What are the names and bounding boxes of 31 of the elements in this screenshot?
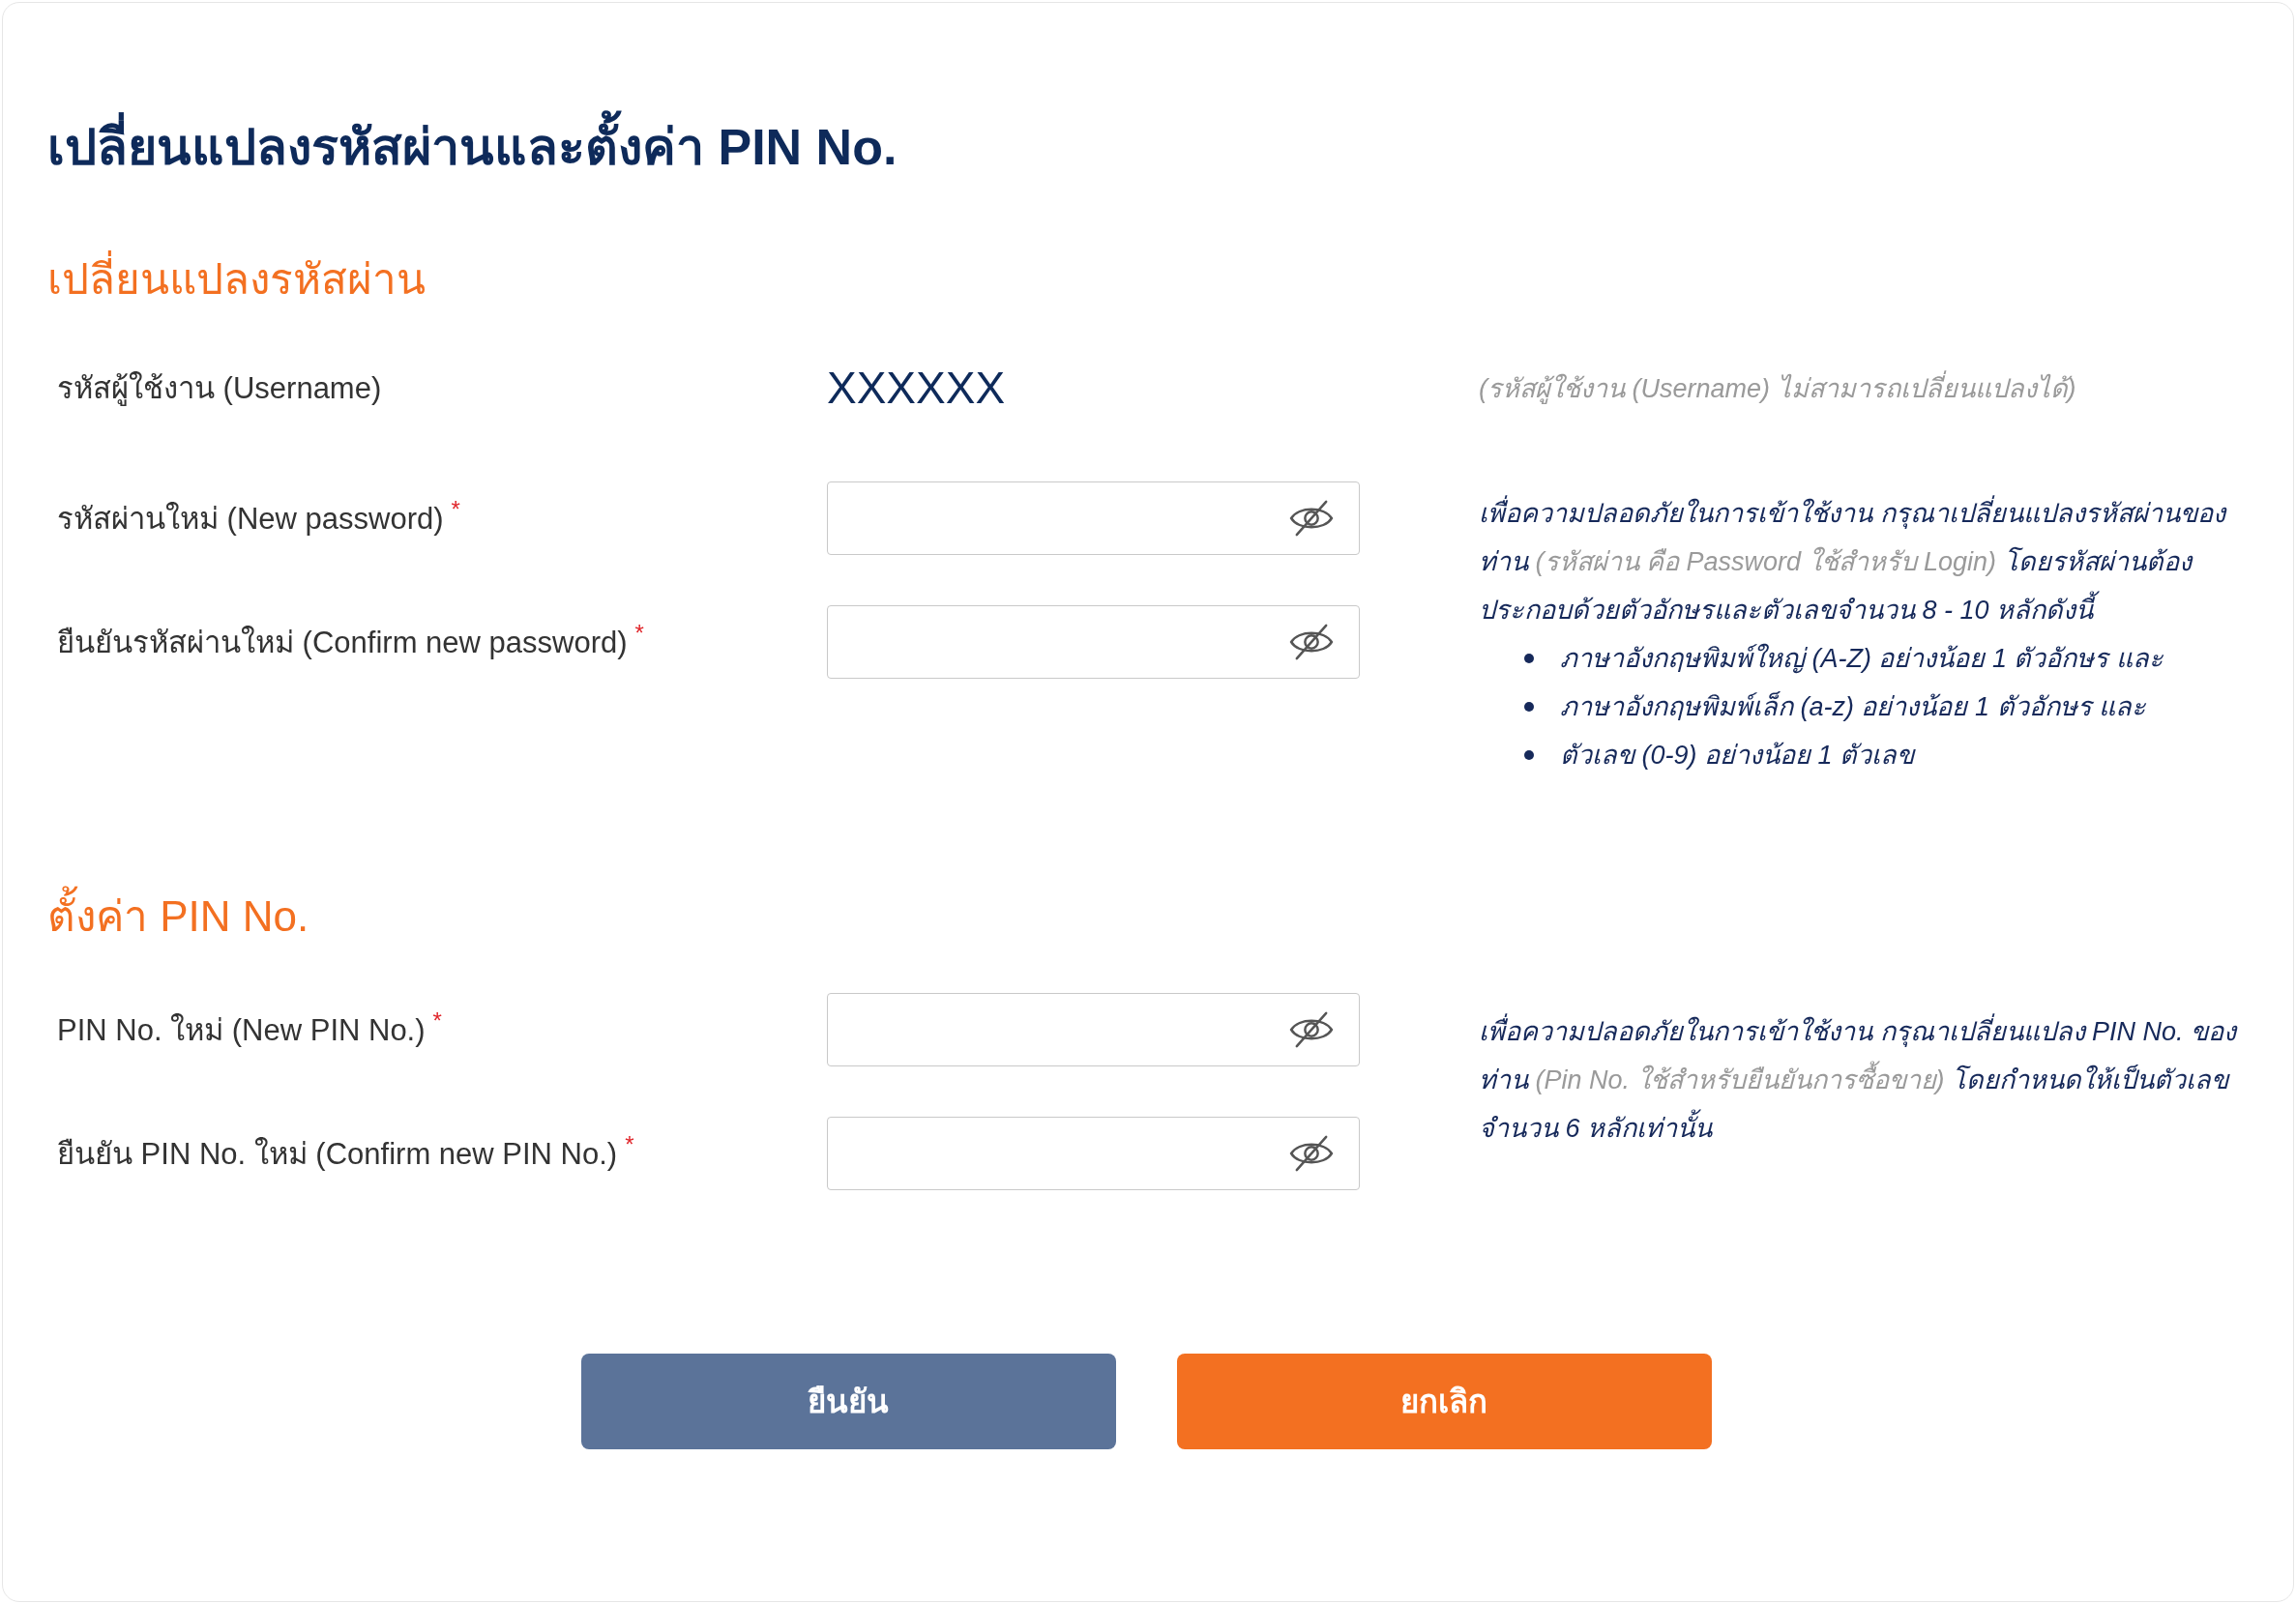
cancel-button[interactable]: ยกเลิก xyxy=(1176,1354,1712,1449)
required-mark: * xyxy=(432,1007,442,1035)
username-note: (รหัสผู้ใช้งาน (Username) ไม่สามารถเปลี่ยนแปลงได้) xyxy=(1479,366,2076,409)
field-label: รหัสผู้ใช้งาน (Username) xyxy=(57,370,382,408)
bullet-icon xyxy=(1524,750,1534,760)
bullet-icon xyxy=(1524,702,1534,712)
password-field[interactable] xyxy=(827,605,1360,679)
username-value: XXXXXX xyxy=(827,362,1006,414)
password-field[interactable] xyxy=(827,1117,1360,1190)
required-mark: * xyxy=(451,496,460,523)
eye-slash-icon[interactable] xyxy=(1289,1135,1334,1172)
rule-text: ภาษาอังกฤษพิมพ์ใหญ่ (A-Z) อย่างน้อย 1 ตัวอักษร และ xyxy=(1560,642,2164,676)
field-label: ยืนยัน PIN No. ใหม่ (Confirm new PIN No.) xyxy=(57,1136,618,1173)
rule-text: ภาษาอังกฤษพิมพ์เล็ก (a-z) อย่างน้อย 1 ตัวอักษร และ xyxy=(1560,690,2146,723)
bullet-icon xyxy=(1524,654,1534,663)
field-label: ยืนยันรหัสผ่านใหม่ (Confirm new password) xyxy=(57,625,628,661)
hint-paragraph: เพื่อความปลอดภัยในการเข้าใช้งาน กรุณาเปลี่ยนแปลง PIN No. ของท่าน (Pin No. ใช้สำหรับยืนยันการซื้อขาย) โดยกำหนดให้เป็นตัวเลขจำนวน 6 หลักเท่านั้น xyxy=(1479,1007,2245,1152)
field-label: PIN No. ใหม่ (New PIN No.) xyxy=(57,1012,426,1049)
section-heading: ตั้งค่า PIN No. xyxy=(47,888,309,946)
rule-text: ตัวเลข (0-9) อย่างน้อย 1 ตัวเลข xyxy=(1560,740,1915,772)
hint-paragraph: เพื่อความปลอดภัยในการเข้าใช้งาน กรุณาเปลี่ยนแปลงรหัสผ่านของท่าน (รหัสผ่าน คือ Password ใช้สำหรับ Login) โดยรหัสผ่านต้องประกอบด้วยตัวอักษรและตัวเลขจำนวน 8 - 10 หลักดังนี้ xyxy=(1479,489,2245,634)
password-field[interactable] xyxy=(827,993,1360,1066)
required-mark: * xyxy=(625,1131,634,1158)
eye-slash-icon[interactable] xyxy=(1289,500,1334,537)
eye-slash-icon[interactable] xyxy=(1289,624,1334,660)
eye-slash-icon[interactable] xyxy=(1289,1011,1334,1048)
confirm-button[interactable]: ยืนยัน xyxy=(580,1354,1116,1449)
password-field[interactable] xyxy=(827,481,1360,555)
section-heading: เปลี่ยนแปลงรหัสผ่าน xyxy=(47,250,426,308)
field-label: รหัสผ่านใหม่ (New password) xyxy=(57,501,444,538)
required-mark: * xyxy=(634,620,644,647)
